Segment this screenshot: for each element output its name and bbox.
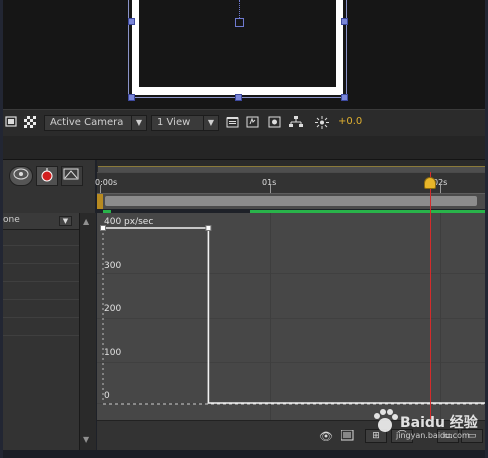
keyframe-point[interactable]	[100, 225, 106, 231]
exposure-icon[interactable]	[315, 116, 329, 129]
fast-previews-icon[interactable]	[225, 116, 239, 129]
anchor-guide	[239, 0, 240, 18]
view-layout-label: 1 View	[157, 117, 191, 128]
transparency-grid-icon[interactable]	[23, 116, 37, 129]
row-divider	[3, 263, 79, 264]
layer-handle-bottom-right[interactable]	[341, 94, 348, 101]
navigator-range[interactable]	[105, 196, 477, 206]
viewer-toolbar: Active Camera ▼ 1 View ▼ +0.0	[3, 109, 485, 137]
parent-column-header[interactable]: one ▼	[3, 213, 79, 230]
layer-handle-bottom[interactable]	[235, 94, 242, 101]
snap-icon[interactable]: ⌒	[391, 429, 413, 443]
layer-scrollbar[interactable]: ▲ ▼	[79, 213, 96, 450]
layer-column: one ▼ ▲ ▼	[3, 213, 96, 450]
speed-curve-line[interactable]	[103, 227, 485, 404]
scroll-up-icon[interactable]: ▲	[83, 217, 89, 226]
solid-layer-fill	[139, 0, 336, 87]
row-divider	[3, 299, 79, 300]
row-divider	[3, 317, 79, 318]
zoom-icon[interactable]: ⊞	[365, 429, 387, 443]
graph-type-icon[interactable]	[340, 429, 355, 444]
current-time-indicator-head[interactable]	[424, 177, 436, 189]
show-snapshot-icon[interactable]	[267, 116, 281, 129]
frame-blend-icon[interactable]	[61, 166, 83, 186]
anchor-point-icon[interactable]	[235, 18, 244, 27]
roi-icon[interactable]	[4, 116, 18, 129]
layer-handle-bottom-left[interactable]	[128, 94, 135, 101]
graph-editor-toolbar: 👁 ⊞ ⌒ ▭ ▭	[97, 420, 485, 451]
fit-all-icon[interactable]: ▭	[461, 429, 483, 443]
window-bottom-edge	[3, 450, 485, 458]
camera-dropdown[interactable]: Active Camera ▼	[44, 115, 147, 131]
fit-icon[interactable]: ▭	[437, 429, 459, 443]
row-divider	[3, 245, 79, 246]
chevron-down-icon: ▼	[203, 116, 218, 130]
graph-editor-icon[interactable]	[36, 166, 58, 186]
motion-blur-icon[interactable]	[9, 166, 33, 186]
snapshot-icon[interactable]	[245, 116, 259, 129]
parent-column-label: one	[3, 215, 20, 225]
composition-viewer[interactable]	[3, 0, 485, 109]
scroll-down-icon[interactable]: ▼	[83, 435, 89, 444]
eye-icon[interactable]: 👁	[319, 430, 333, 443]
navigator-start-handle[interactable]	[97, 194, 103, 209]
camera-dropdown-label: Active Camera	[50, 117, 124, 128]
exposure-value[interactable]: +0.0	[338, 116, 362, 127]
chevron-down-icon: ▼	[131, 116, 146, 130]
speed-graph[interactable]	[97, 213, 485, 420]
keyframe-point[interactable]	[205, 225, 212, 231]
flowchart-icon[interactable]	[289, 116, 303, 129]
row-divider	[3, 335, 79, 336]
time-navigator[interactable]	[97, 193, 485, 209]
layer-handle-right[interactable]	[341, 18, 348, 25]
view-layout-dropdown[interactable]: 1 View ▼	[151, 115, 219, 131]
graph-editor[interactable]: 400 px/sec 300 200 100 0	[97, 213, 485, 420]
row-divider	[3, 281, 79, 282]
ruler-label-start: 0:00s	[95, 178, 118, 187]
timeline-switches	[3, 160, 95, 213]
chevron-down-icon[interactable]: ▼	[59, 216, 72, 226]
layer-handle-left[interactable]	[128, 18, 135, 25]
current-time-indicator[interactable]	[430, 172, 431, 419]
timeline-tab-bar	[3, 136, 485, 160]
